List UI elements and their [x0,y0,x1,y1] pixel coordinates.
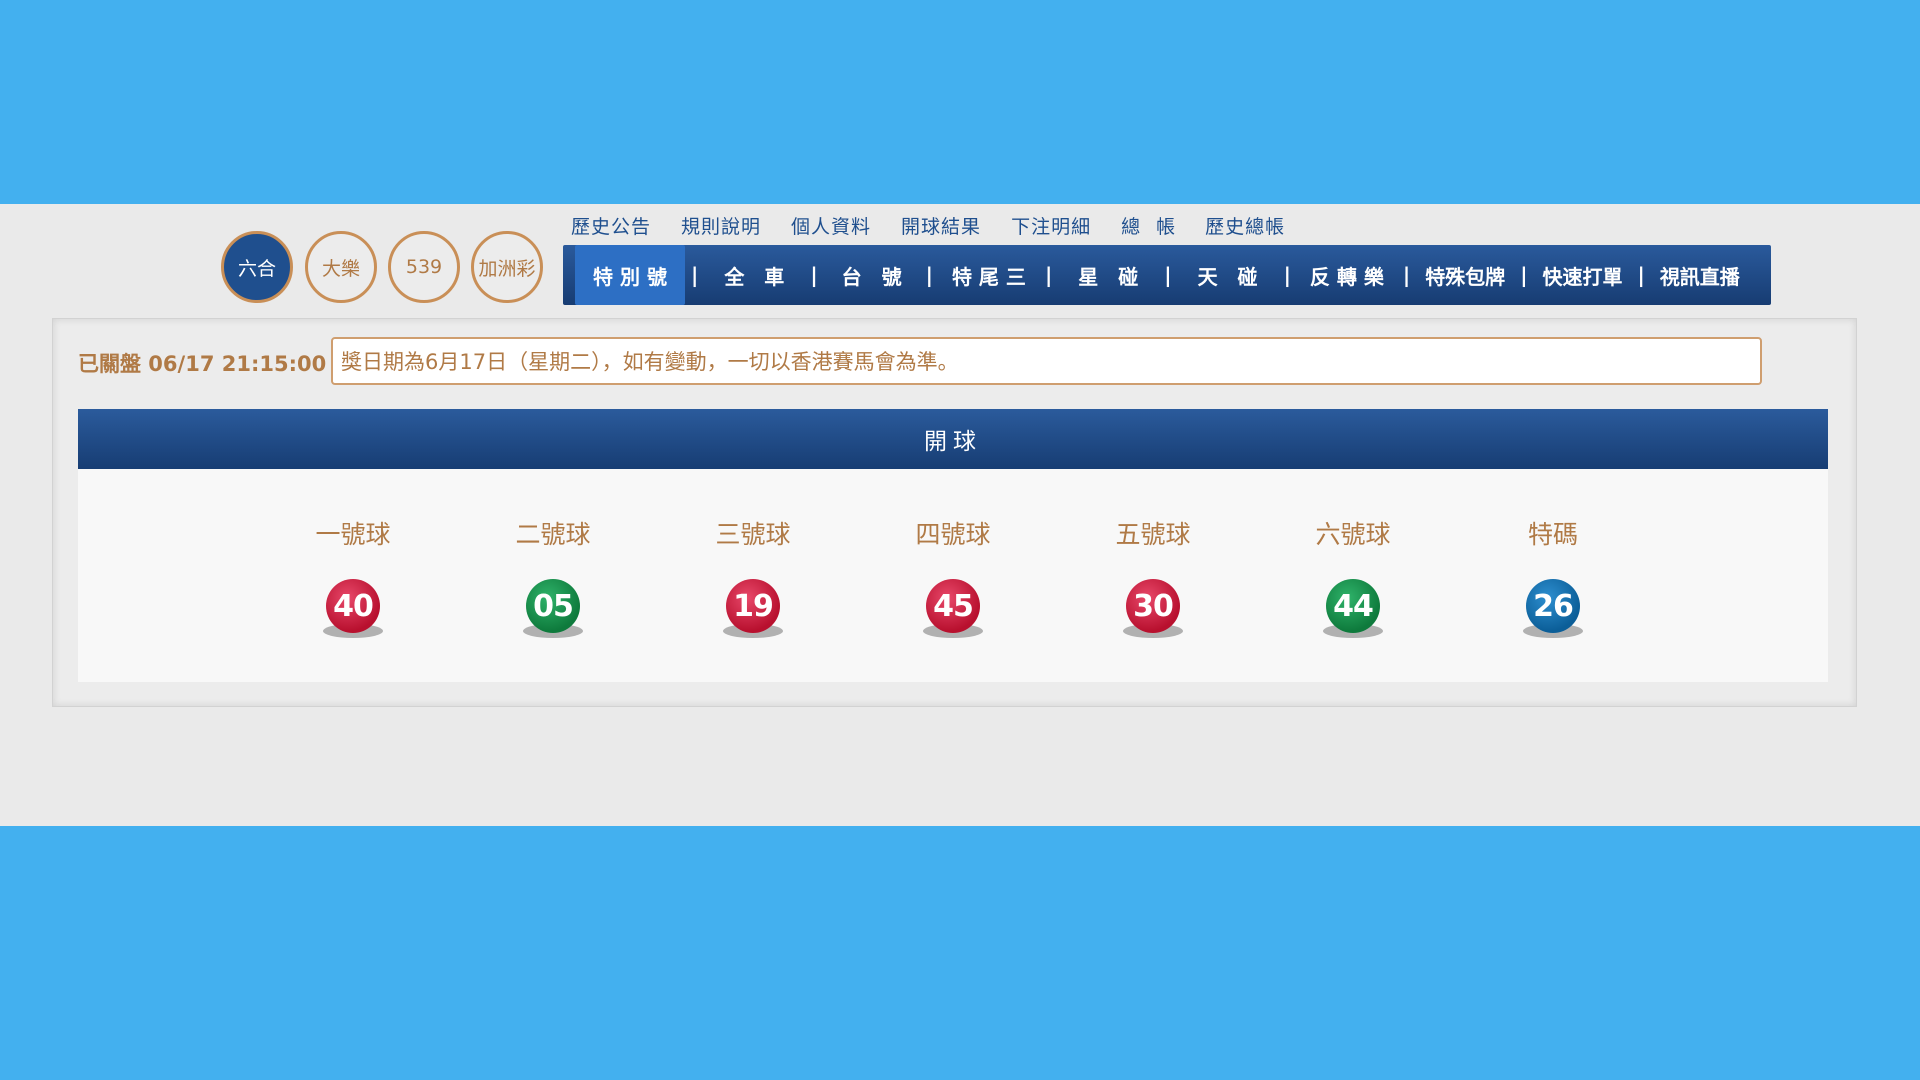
tab-separator: | [925,263,933,287]
ball-wrap: 26 [1483,579,1623,649]
tab-separator: | [1283,263,1291,287]
ball-label: 五號球 [1115,520,1191,549]
link-profile[interactable]: 個人資料 [791,212,871,239]
ball-wrap: 44 [1283,579,1423,649]
tab-separator: | [1637,263,1645,287]
tab-separator: | [691,263,699,287]
ball-column: 二號球 05 [483,515,623,649]
game-dale-button[interactable]: 大樂 [305,231,377,303]
tab-special-package[interactable]: 特殊包牌 [1416,245,1514,305]
notice-marquee: 獎日期為6月17日（星期二），如有變動，一切以香港賽馬會為準。 [331,337,1762,385]
tab-tai-number[interactable]: 台 號 [824,245,920,305]
ball-label: 二號球 [515,520,591,549]
ball-number: 19 [726,579,780,633]
link-bet-details[interactable]: 下注明細 [1011,212,1091,239]
link-rules[interactable]: 規則說明 [681,212,761,239]
ball-column: 一號球 40 [283,515,423,649]
ball-label: 特碼 [1527,520,1578,549]
tab-tail-three[interactable]: 特 尾 三 [939,245,1039,305]
ball-label: 三號球 [715,520,791,549]
ball-wrap: 45 [883,579,1023,649]
tab-full-car[interactable]: 全 車 [704,245,804,305]
tab-special-number[interactable]: 特 別 號 [575,245,685,305]
tab-live-video[interactable]: 視訊直播 [1651,245,1749,305]
ball-column: 四號球 45 [883,515,1023,649]
tab-separator: | [1044,263,1053,287]
ball-number: 26 [1526,579,1580,633]
ball-number: 45 [926,579,980,633]
ball-column: 特碼 26 [1483,515,1623,649]
tab-sky-hit[interactable]: 天 碰 [1178,245,1278,305]
link-account-summary[interactable]: 總帳 [1121,212,1191,239]
ball-column: 五號球 30 [1083,515,1223,649]
tab-reverse-play[interactable]: 反 轉 樂 [1297,245,1397,305]
game-liuhe-button[interactable]: 六合 [221,231,293,303]
ball-wrap: 30 [1083,579,1223,649]
tab-separator: | [1402,263,1411,287]
ball-wrap: 05 [483,579,623,649]
ball-label: 一號球 [315,520,391,549]
ball-number: 05 [526,579,580,633]
ball-wrap: 19 [683,579,823,649]
ball-column: 三號球 19 [683,515,823,649]
ball-label: 四號球 [915,520,991,549]
draw-header: 開球 [78,409,1828,469]
link-draw-results[interactable]: 開球結果 [901,212,981,239]
tab-quick-bet[interactable]: 快速打單 [1534,245,1632,305]
game-539-button[interactable]: 539 [388,231,460,303]
top-links-bar: 歷史公告 規則說明 個人資料 開球結果 下注明細 總帳 歷史總帳 [571,210,1315,240]
link-history-account[interactable]: 歷史總帳 [1205,212,1285,239]
ball-label: 六號球 [1315,520,1391,549]
tab-separator: | [1164,263,1172,287]
tab-separator: | [1520,263,1528,287]
tab-star-hit[interactable]: 星 碰 [1058,245,1158,305]
ball-number: 40 [326,579,380,633]
ball-number: 30 [1126,579,1180,633]
bet-type-tabbar: 特 別 號 | 全 車 | 台 號 | 特 尾 三 | 星 碰 | 天 碰 | … [563,245,1771,305]
ball-column: 六號球 44 [1283,515,1423,649]
ball-number: 44 [1326,579,1380,633]
closing-status: 已關盤 06/17 21:15:00 [78,352,327,376]
game-jiazhoucai-button[interactable]: 加洲彩 [471,231,543,303]
ball-wrap: 40 [283,579,423,649]
link-history-announcements[interactable]: 歷史公告 [571,212,651,239]
tab-separator: | [810,263,818,287]
